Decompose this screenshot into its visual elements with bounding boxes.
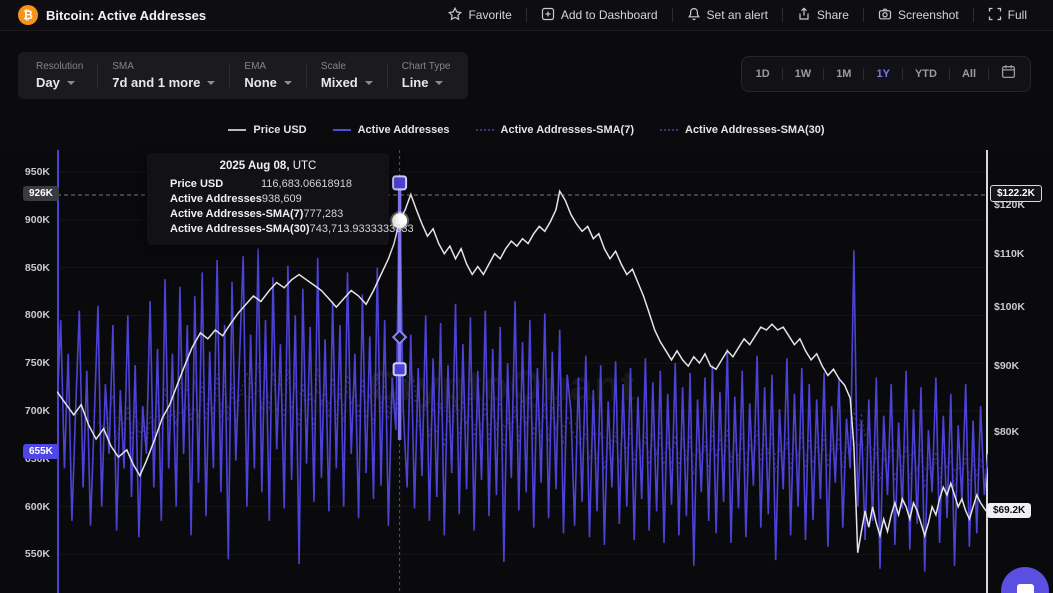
legend-line-swatch: [476, 129, 494, 131]
chevron-down-icon: [435, 81, 443, 85]
left-axis-tick: 950K: [0, 166, 50, 178]
ema-dropdown[interactable]: EMA None: [230, 55, 306, 96]
chevron-down-icon: [207, 81, 215, 85]
legend-item-price-usd[interactable]: Price USD: [228, 124, 306, 136]
bitcoin-logo-icon: ₿: [18, 5, 38, 25]
legend-line-swatch: [660, 129, 678, 131]
chart-area: CryptoQuant 950K900K850K800K750K700K650K…: [0, 150, 1053, 593]
range-1y-button[interactable]: 1Y: [864, 57, 901, 91]
left-last-value-badge: 655K: [23, 444, 59, 459]
hover-tooltip: 2025 Aug 08, UTC Price USD 116,683.06618…: [147, 153, 389, 245]
tooltip-row-price: Price USD 116,683.06618918: [157, 177, 379, 192]
legend-line-swatch: [333, 129, 351, 131]
chart-settings-toolbar: Resolution Day SMA 7d and 1 more EMA Non…: [18, 52, 468, 99]
chat-icon: [1017, 584, 1034, 593]
fullscreen-label: Full: [1008, 8, 1027, 22]
chevron-down-icon: [365, 81, 373, 85]
chevron-down-icon: [284, 81, 292, 85]
chart-legend: Price USD Active Addresses Active Addres…: [0, 124, 1053, 136]
legend-label: Active Addresses-SMA(7): [501, 124, 634, 136]
share-label: Share: [817, 8, 849, 22]
left-crosshair-badge: 926K: [23, 186, 59, 201]
chart-type-label: Chart Type: [402, 61, 451, 72]
sma7-point-marker: [393, 331, 406, 344]
screenshot-label: Screenshot: [898, 8, 959, 22]
sma30-square-icon: [157, 226, 164, 233]
legend-label: Active Addresses-SMA(30): [685, 124, 825, 136]
tooltip-row-sma30: Active Addresses-SMA(30) 743,713.9333333…: [157, 222, 379, 237]
left-axis-tick: 900K: [0, 214, 50, 226]
bell-icon: [687, 7, 701, 24]
add-to-dashboard-label: Add to Dashboard: [561, 8, 658, 22]
calendar-icon: [1001, 64, 1016, 84]
camera-icon: [878, 7, 892, 24]
sma-label: SMA: [112, 61, 215, 72]
right-axis-tick: $80K: [994, 426, 1019, 438]
tooltip-row-sma7: Active Addresses-SMA(7) 777,283: [157, 207, 379, 222]
tooltip-date: 2025 Aug 08, UTC: [157, 160, 379, 172]
active-addresses-square-icon: [157, 196, 164, 203]
active-addresses-point-marker: [393, 176, 406, 189]
ema-value: None: [244, 75, 277, 90]
dashboard-add-icon: [541, 7, 555, 24]
scale-label: Scale: [321, 61, 373, 72]
header-actions: Favorite Add to Dashboard Set an alert S…: [434, 0, 1041, 30]
right-axis-tick: $90K: [994, 360, 1019, 372]
header-bar: ₿ Bitcoin: Active Addresses Favorite Add…: [0, 0, 1053, 31]
range-1d-button[interactable]: 1D: [744, 57, 782, 91]
add-to-dashboard-button[interactable]: Add to Dashboard: [527, 0, 672, 30]
app-window: ₿ Bitcoin: Active Addresses Favorite Add…: [0, 0, 1053, 593]
right-last-value-badge: $69.2K: [987, 503, 1031, 518]
legend-item-active-addresses[interactable]: Active Addresses: [333, 124, 450, 136]
resolution-value: Day: [36, 75, 60, 90]
left-axis-tick: 850K: [0, 262, 50, 274]
chart-type-dropdown[interactable]: Chart Type Line: [388, 55, 465, 96]
legend-line-swatch: [228, 129, 246, 131]
legend-item-sma30[interactable]: Active Addresses-SMA(30): [660, 124, 825, 136]
sma7-diamond-icon: [156, 210, 165, 219]
calendar-button[interactable]: [989, 64, 1028, 84]
share-icon: [797, 7, 811, 24]
set-alert-button[interactable]: Set an alert: [673, 0, 782, 30]
resolution-dropdown[interactable]: Resolution Day: [22, 55, 97, 96]
legend-label: Price USD: [253, 124, 306, 136]
right-axis-tick: $100K: [994, 301, 1025, 313]
favorite-label: Favorite: [468, 8, 511, 22]
legend-item-sma7[interactable]: Active Addresses-SMA(7): [476, 124, 634, 136]
left-axis-tick: 750K: [0, 357, 50, 369]
chart-type-value: Line: [402, 75, 429, 90]
scale-dropdown[interactable]: Scale Mixed: [307, 55, 387, 96]
sma-dropdown[interactable]: SMA 7d and 1 more: [98, 55, 229, 96]
fullscreen-icon: [988, 7, 1002, 24]
favorite-button[interactable]: Favorite: [434, 0, 525, 30]
range-all-button[interactable]: All: [950, 57, 988, 91]
star-icon: [448, 7, 462, 24]
share-button[interactable]: Share: [783, 0, 863, 30]
range-1w-button[interactable]: 1W: [783, 57, 824, 91]
scale-value: Mixed: [321, 75, 358, 90]
range-1m-button[interactable]: 1M: [824, 57, 863, 91]
chevron-down-icon: [67, 81, 75, 85]
left-axis-tick: 800K: [0, 309, 50, 321]
tooltip-row-active-addresses: Active Addresses 938,609: [157, 192, 379, 207]
ema-label: EMA: [244, 61, 292, 72]
resolution-label: Resolution: [36, 61, 83, 72]
page-title: Bitcoin: Active Addresses: [46, 8, 206, 23]
set-alert-label: Set an alert: [707, 8, 768, 22]
right-crosshair-badge: $122.2K: [990, 185, 1042, 202]
sma-value: 7d and 1 more: [112, 75, 200, 90]
time-range-selector: 1D 1W 1M 1Y YTD All: [741, 56, 1031, 92]
fullscreen-button[interactable]: Full: [974, 0, 1041, 30]
left-axis-tick: 550K: [0, 548, 50, 560]
right-axis-tick: $110K: [994, 248, 1024, 260]
left-axis-tick: 600K: [0, 501, 50, 513]
left-axis-tick: 700K: [0, 405, 50, 417]
sma30-point-marker: [394, 363, 406, 375]
legend-label: Active Addresses: [358, 124, 450, 136]
range-ytd-button[interactable]: YTD: [903, 57, 949, 91]
price-dot-icon: [157, 181, 164, 188]
screenshot-button[interactable]: Screenshot: [864, 0, 973, 30]
